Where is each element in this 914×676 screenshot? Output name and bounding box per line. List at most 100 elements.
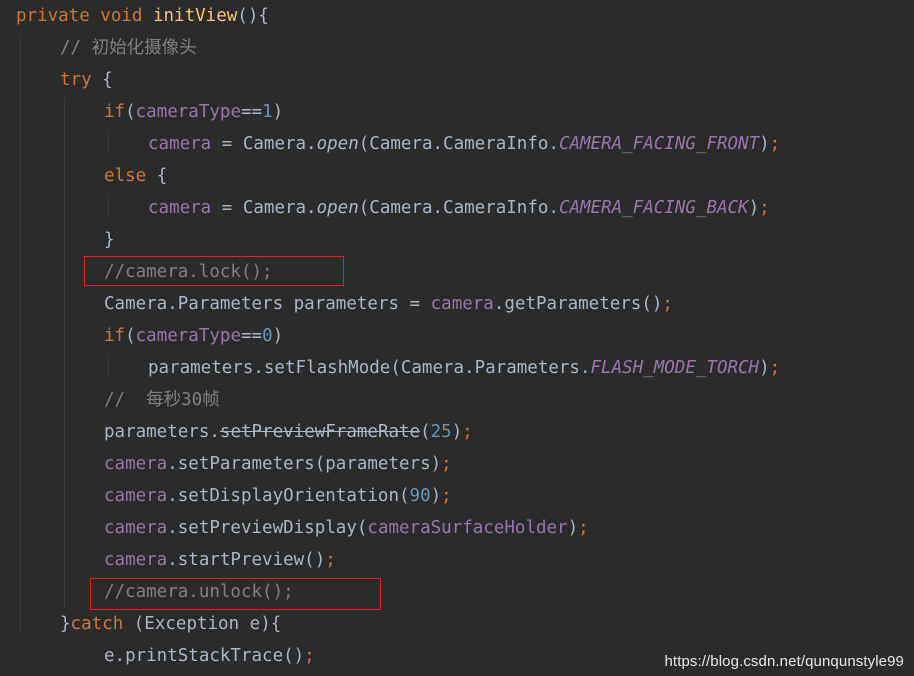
highlight-box-lock [84,256,344,286]
code-token: setPreviewFrameRate [219,422,421,442]
line-set-parameters[interactable]: camera.setParameters(parameters); [104,448,452,480]
code-token: == [240,102,263,122]
code-token: camera [104,486,168,506]
code-token: Camera.Parameters parameters = [104,294,431,314]
indent-guide [108,194,109,218]
code-token: (){ [237,6,269,26]
code-token: { [156,166,168,186]
code-token: ( [125,102,136,122]
code-token: } [104,230,115,250]
line-set-frame-rate[interactable]: parameters.setPreviewFrameRate(25); [104,416,473,448]
code-token: 90 [409,486,431,506]
code-token: ) [567,518,579,538]
code-token: = Camera. [221,134,317,154]
line-print-stack-trace[interactable]: e.printStackTrace(); [104,640,315,672]
code-token: if [104,326,126,346]
code-token: cameraType [135,326,241,346]
line-close-else[interactable]: } [104,224,115,256]
code-token: camera [148,134,222,154]
line-set-orientation[interactable]: camera.setDisplayOrientation(90); [104,480,452,512]
code-token: .getParameters() [493,294,663,314]
code-token: camera [104,550,168,570]
code-token: // 每秒30帧 [104,390,220,410]
code-token: ( [420,422,431,442]
code-token: = Camera. [221,198,317,218]
code-token: // 初始化摄像头 [60,38,197,58]
indent-guide [64,98,65,608]
code-token: ; [441,454,452,474]
code-token: camera [104,454,168,474]
indent-guide [108,130,109,154]
line-open-back[interactable]: camera = Camera.open(Camera.CameraInfo.C… [148,192,770,224]
code-token: ) [748,198,760,218]
line-if-back[interactable]: if(cameraType==0) [104,320,283,352]
code-token: ( [125,326,136,346]
code-token: CAMERA_FACING_FRONT [558,134,760,154]
code-token: 1 [262,102,273,122]
code-token: if [104,102,126,122]
indent-guide [20,34,21,634]
code-token: ) [451,422,463,442]
highlight-box-unlock [90,578,381,610]
code-token: ) [430,486,442,506]
code-editor[interactable]: private void initView(){// 初始化摄像头 try {if… [0,0,914,676]
code-token: camera [104,518,168,538]
code-token: ; [662,294,673,314]
line-set-preview-display[interactable]: camera.setPreviewDisplay(cameraSurfaceHo… [104,512,589,544]
line-comment-fps[interactable]: // 每秒30帧 [104,384,220,416]
code-token: parameters. [104,422,220,442]
code-token: camera [430,294,494,314]
code-token: FLASH_MODE_TORCH [590,358,760,378]
code-token: 25 [430,422,452,442]
code-token: cameraSurfaceHolder [367,518,568,538]
code-token: == [240,326,263,346]
line-start-preview[interactable]: camera.startPreview(); [104,544,336,576]
code-token: e.printStackTrace() [104,646,305,666]
code-token: ; [325,550,336,570]
code-token: .setParameters(parameters) [167,454,442,474]
code-token: catch [70,614,134,634]
line-set-flash-mode[interactable]: parameters.setFlashMode(Camera.Parameter… [148,352,780,384]
code-token: .setDisplayOrientation( [167,486,410,506]
code-token: open [316,198,359,218]
code-token: (Camera.CameraInfo. [358,198,559,218]
line-catch[interactable]: }catch (Exception e){ [60,608,281,640]
code-token: private [16,6,101,26]
line-method-signature[interactable]: private void initView(){ [16,0,269,32]
code-token: cameraType [135,102,241,122]
code-token: parameters.setFlashMode(Camera.Parameter… [148,358,591,378]
code-token: ; [304,646,315,666]
code-token: ; [759,198,770,218]
code-token: ) [759,358,770,378]
code-token: ) [272,102,284,122]
line-open-front[interactable]: camera = Camera.open(Camera.CameraInfo.C… [148,128,780,160]
code-token: ; [578,518,589,538]
code-token: ; [441,486,452,506]
line-try[interactable]: try { [60,64,113,96]
code-token: (Exception e){ [133,614,282,634]
code-token: ) [272,326,284,346]
indent-guide [108,354,109,378]
code-token: { [102,70,113,90]
code-token: camera [148,198,222,218]
code-token: initView [152,6,238,26]
code-token: } [60,614,71,634]
watermark: https://blog.csdn.net/qunqunstyle99 [664,653,904,670]
code-token: .startPreview() [167,550,326,570]
code-token: open [316,134,359,154]
line-else[interactable]: else { [104,160,167,192]
code-token: try [60,70,103,90]
code-token: .setPreviewDisplay( [167,518,368,538]
code-token: 0 [262,326,273,346]
code-token: ) [759,134,770,154]
code-token: CAMERA_FACING_BACK [558,198,749,218]
line-get-parameters[interactable]: Camera.Parameters parameters = camera.ge… [104,288,673,320]
code-token: ; [769,134,781,154]
line-comment-init-camera[interactable]: // 初始化摄像头 [60,32,197,64]
line-if-front[interactable]: if(cameraType==1) [104,96,283,128]
code-token: ; [462,422,473,442]
code-token: void [100,6,153,26]
code-token: (Camera.CameraInfo. [358,134,559,154]
code-token: else [104,166,157,186]
code-token: ; [769,358,781,378]
